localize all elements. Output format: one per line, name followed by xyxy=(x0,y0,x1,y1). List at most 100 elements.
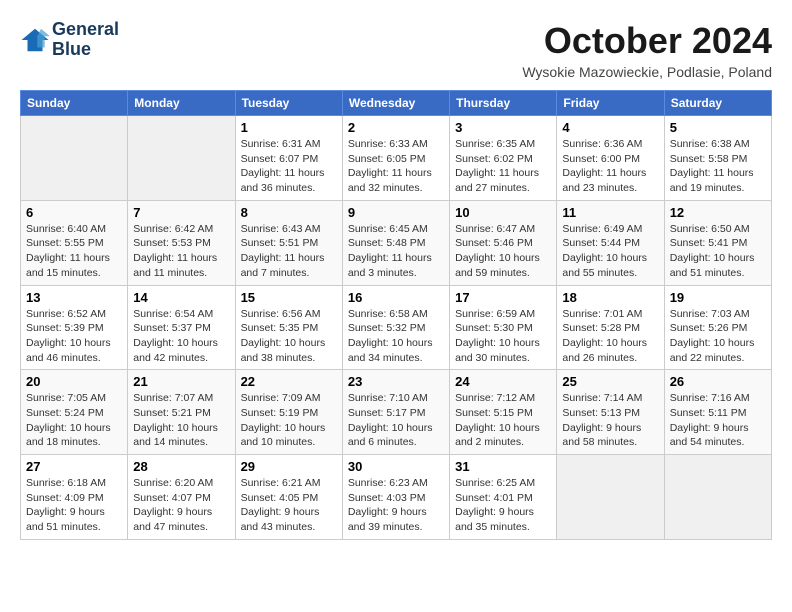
day-number: 12 xyxy=(670,205,766,220)
day-number: 22 xyxy=(241,374,337,389)
day-info: Sunrise: 6:33 AMSunset: 6:05 PMDaylight:… xyxy=(348,137,444,196)
month-title: October 2024 xyxy=(522,20,772,62)
weekday-header-row: SundayMondayTuesdayWednesdayThursdayFrid… xyxy=(21,91,772,116)
day-number: 18 xyxy=(562,290,658,305)
calendar-day-cell: 6Sunrise: 6:40 AMSunset: 5:55 PMDaylight… xyxy=(21,200,128,285)
day-number: 11 xyxy=(562,205,658,220)
weekday-header-cell: Friday xyxy=(557,91,664,116)
calendar-day-cell xyxy=(21,116,128,201)
calendar-week-row: 20Sunrise: 7:05 AMSunset: 5:24 PMDayligh… xyxy=(21,370,772,455)
weekday-header-cell: Saturday xyxy=(664,91,771,116)
day-number: 5 xyxy=(670,120,766,135)
day-number: 13 xyxy=(26,290,122,305)
day-info: Sunrise: 6:58 AMSunset: 5:32 PMDaylight:… xyxy=(348,307,444,366)
day-info: Sunrise: 6:35 AMSunset: 6:02 PMDaylight:… xyxy=(455,137,551,196)
calendar: SundayMondayTuesdayWednesdayThursdayFrid… xyxy=(20,90,772,540)
calendar-day-cell: 5 Sunrise: 6:38 AMSunset: 5:58 PMDaylight… xyxy=(664,116,771,201)
day-number: 14 xyxy=(133,290,229,305)
calendar-day-cell: 22Sunrise: 7:09 AMSunset: 5:19 PMDayligh… xyxy=(235,370,342,455)
day-info: Sunrise: 6:31 AMSunset: 6:07 PMDaylight:… xyxy=(241,137,337,196)
day-info: Sunrise: 6:43 AMSunset: 5:51 PMDaylight:… xyxy=(241,222,337,281)
day-number: 30 xyxy=(348,459,444,474)
calendar-day-cell: 19Sunrise: 7:03 AMSunset: 5:26 PMDayligh… xyxy=(664,285,771,370)
location: Wysokie Mazowieckie, Podlasie, Poland xyxy=(522,64,772,80)
weekday-header-cell: Monday xyxy=(128,91,235,116)
day-number: 6 xyxy=(26,205,122,220)
logo-text: General Blue xyxy=(52,20,119,60)
day-info: Sunrise: 6:18 AMSunset: 4:09 PMDaylight:… xyxy=(26,476,122,535)
day-number: 26 xyxy=(670,374,766,389)
day-info: Sunrise: 6:54 AMSunset: 5:37 PMDaylight:… xyxy=(133,307,229,366)
weekday-header-cell: Tuesday xyxy=(235,91,342,116)
day-number: 21 xyxy=(133,374,229,389)
calendar-day-cell: 1 Sunrise: 6:31 AMSunset: 6:07 PMDaylight… xyxy=(235,116,342,201)
day-number: 1 xyxy=(241,120,337,135)
day-info: Sunrise: 6:59 AMSunset: 5:30 PMDaylight:… xyxy=(455,307,551,366)
calendar-day-cell: 14 Sunrise: 6:54 AMSunset: 5:37 PMDayligh… xyxy=(128,285,235,370)
calendar-day-cell: 9 Sunrise: 6:45 AMSunset: 5:48 PMDaylight… xyxy=(342,200,449,285)
day-info: Sunrise: 6:20 AMSunset: 4:07 PMDaylight:… xyxy=(133,476,229,535)
calendar-day-cell: 13 Sunrise: 6:52 AMSunset: 5:39 PMDayligh… xyxy=(21,285,128,370)
day-number: 15 xyxy=(241,290,337,305)
calendar-day-cell: 10 Sunrise: 6:47 AMSunset: 5:46 PMDayligh… xyxy=(450,200,557,285)
calendar-week-row: 13 Sunrise: 6:52 AMSunset: 5:39 PMDayligh… xyxy=(21,285,772,370)
calendar-day-cell: 31Sunrise: 6:25 AMSunset: 4:01 PMDayligh… xyxy=(450,455,557,540)
calendar-day-cell xyxy=(128,116,235,201)
calendar-day-cell: 21 Sunrise: 7:07 AMSunset: 5:21 PMDayligh… xyxy=(128,370,235,455)
logo: General Blue xyxy=(20,20,119,60)
day-number: 8 xyxy=(241,205,337,220)
weekday-header-cell: Wednesday xyxy=(342,91,449,116)
day-info: Sunrise: 7:03 AMSunset: 5:26 PMDaylight:… xyxy=(670,307,766,366)
day-info: Sunrise: 6:42 AMSunset: 5:53 PMDaylight:… xyxy=(133,222,229,281)
page-header: General Blue October 2024 Wysokie Mazowi… xyxy=(20,20,772,80)
day-info: Sunrise: 6:45 AMSunset: 5:48 PMDaylight:… xyxy=(348,222,444,281)
day-info: Sunrise: 7:01 AMSunset: 5:28 PMDaylight:… xyxy=(562,307,658,366)
calendar-day-cell: 30 Sunrise: 6:23 AMSunset: 4:03 PMDayligh… xyxy=(342,455,449,540)
calendar-week-row: 6Sunrise: 6:40 AMSunset: 5:55 PMDaylight… xyxy=(21,200,772,285)
calendar-day-cell: 2Sunrise: 6:33 AMSunset: 6:05 PMDaylight… xyxy=(342,116,449,201)
day-info: Sunrise: 6:21 AMSunset: 4:05 PMDaylight:… xyxy=(241,476,337,535)
calendar-day-cell: 15Sunrise: 6:56 AMSunset: 5:35 PMDayligh… xyxy=(235,285,342,370)
calendar-day-cell: 20Sunrise: 7:05 AMSunset: 5:24 PMDayligh… xyxy=(21,370,128,455)
day-number: 9 xyxy=(348,205,444,220)
calendar-day-cell xyxy=(664,455,771,540)
title-block: October 2024 Wysokie Mazowieckie, Podlas… xyxy=(522,20,772,80)
day-number: 17 xyxy=(455,290,551,305)
calendar-day-cell: 28 Sunrise: 6:20 AMSunset: 4:07 PMDayligh… xyxy=(128,455,235,540)
day-info: Sunrise: 6:23 AMSunset: 4:03 PMDaylight:… xyxy=(348,476,444,535)
day-number: 7 xyxy=(133,205,229,220)
day-info: Sunrise: 7:12 AMSunset: 5:15 PMDaylight:… xyxy=(455,391,551,450)
weekday-header-cell: Thursday xyxy=(450,91,557,116)
calendar-day-cell: 12Sunrise: 6:50 AMSunset: 5:41 PMDayligh… xyxy=(664,200,771,285)
day-info: Sunrise: 6:47 AMSunset: 5:46 PMDaylight:… xyxy=(455,222,551,281)
calendar-day-cell: 26Sunrise: 7:16 AMSunset: 5:11 PMDayligh… xyxy=(664,370,771,455)
day-number: 28 xyxy=(133,459,229,474)
day-info: Sunrise: 6:52 AMSunset: 5:39 PMDaylight:… xyxy=(26,307,122,366)
day-info: Sunrise: 6:36 AMSunset: 6:00 PMDaylight:… xyxy=(562,137,658,196)
calendar-day-cell: 23Sunrise: 7:10 AMSunset: 5:17 PMDayligh… xyxy=(342,370,449,455)
day-number: 4 xyxy=(562,120,658,135)
calendar-day-cell xyxy=(557,455,664,540)
day-number: 24 xyxy=(455,374,551,389)
calendar-day-cell: 7 Sunrise: 6:42 AMSunset: 5:53 PMDaylight… xyxy=(128,200,235,285)
day-number: 10 xyxy=(455,205,551,220)
day-info: Sunrise: 7:14 AMSunset: 5:13 PMDaylight:… xyxy=(562,391,658,450)
calendar-day-cell: 27 Sunrise: 6:18 AMSunset: 4:09 PMDayligh… xyxy=(21,455,128,540)
day-number: 16 xyxy=(348,290,444,305)
weekday-header-cell: Sunday xyxy=(21,91,128,116)
calendar-day-cell: 25 Sunrise: 7:14 AMSunset: 5:13 PMDayligh… xyxy=(557,370,664,455)
day-info: Sunrise: 6:49 AMSunset: 5:44 PMDaylight:… xyxy=(562,222,658,281)
day-info: Sunrise: 7:05 AMSunset: 5:24 PMDaylight:… xyxy=(26,391,122,450)
day-info: Sunrise: 7:07 AMSunset: 5:21 PMDaylight:… xyxy=(133,391,229,450)
calendar-day-cell: 18 Sunrise: 7:01 AMSunset: 5:28 PMDayligh… xyxy=(557,285,664,370)
day-number: 25 xyxy=(562,374,658,389)
calendar-day-cell: 29Sunrise: 6:21 AMSunset: 4:05 PMDayligh… xyxy=(235,455,342,540)
day-info: Sunrise: 6:38 AMSunset: 5:58 PMDaylight:… xyxy=(670,137,766,196)
calendar-week-row: 1 Sunrise: 6:31 AMSunset: 6:07 PMDaylight… xyxy=(21,116,772,201)
day-number: 27 xyxy=(26,459,122,474)
calendar-body: 1 Sunrise: 6:31 AMSunset: 6:07 PMDaylight… xyxy=(21,116,772,540)
calendar-week-row: 27 Sunrise: 6:18 AMSunset: 4:09 PMDayligh… xyxy=(21,455,772,540)
day-number: 3 xyxy=(455,120,551,135)
day-number: 31 xyxy=(455,459,551,474)
day-number: 23 xyxy=(348,374,444,389)
